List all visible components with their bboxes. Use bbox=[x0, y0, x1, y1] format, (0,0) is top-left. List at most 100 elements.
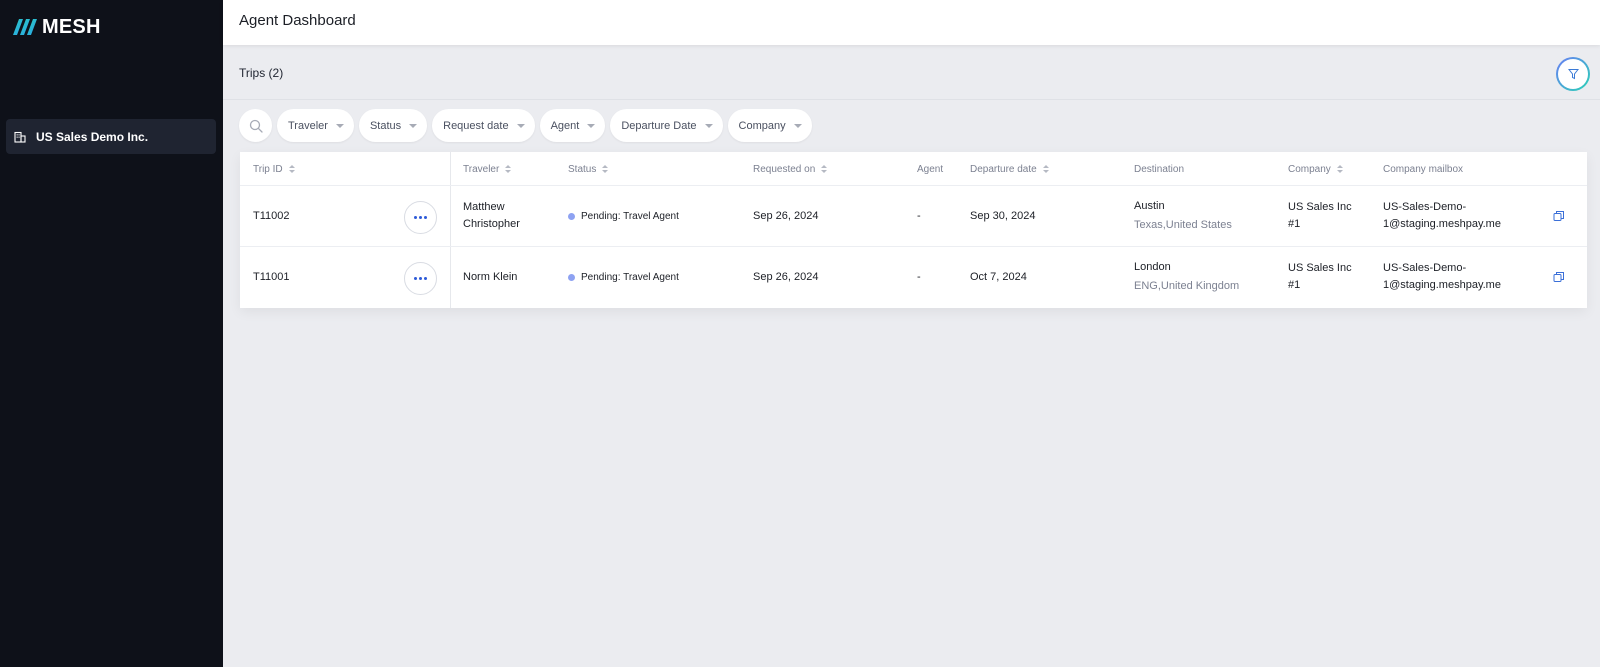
column-label: Company mailbox bbox=[1383, 163, 1464, 175]
filter-traveler[interactable]: Traveler bbox=[277, 109, 354, 142]
trip-id[interactable]: T11002 bbox=[253, 208, 290, 225]
sidebar-item-label: US Sales Demo Inc. bbox=[36, 129, 149, 144]
column-label: Requested on bbox=[753, 163, 816, 175]
column-header-destination: Destination bbox=[1134, 152, 1184, 186]
sort-icon bbox=[288, 165, 295, 173]
status-cell: Pending: Travel Agent bbox=[568, 269, 679, 286]
filter-agent[interactable]: Agent bbox=[539, 109, 606, 142]
brand-name: MESH bbox=[42, 15, 101, 38]
column-label: Trip ID bbox=[253, 163, 283, 175]
company-line: US Sales Inc bbox=[1288, 201, 1352, 213]
search-icon bbox=[249, 119, 263, 133]
status-text: Pending: Travel Agent bbox=[581, 272, 679, 283]
filter-departure-date[interactable]: Departure Date bbox=[610, 109, 723, 142]
sort-icon bbox=[602, 165, 609, 173]
company-line: #1 bbox=[1288, 279, 1301, 291]
traveler-name: Matthew Christopher bbox=[463, 199, 520, 233]
column-label: Destination bbox=[1134, 163, 1185, 175]
column-divider bbox=[450, 247, 451, 308]
destination: London ENG,United Kingdom bbox=[1134, 259, 1239, 295]
traveler-name: Norm Klein bbox=[463, 269, 517, 286]
page-title: Agent Dashboard bbox=[239, 12, 356, 29]
sort-icon bbox=[505, 165, 512, 173]
filter-button[interactable] bbox=[1556, 57, 1590, 91]
column-header-status[interactable]: Status bbox=[568, 152, 609, 186]
chevron-down-icon bbox=[587, 123, 596, 128]
departure-date: Sep 30, 2024 bbox=[970, 210, 1036, 222]
status-text: Pending: Travel Agent bbox=[581, 211, 679, 222]
column-divider bbox=[450, 186, 451, 246]
traveler-name-line: Matthew bbox=[463, 201, 505, 213]
chevron-down-icon bbox=[335, 123, 344, 128]
more-dot-icon bbox=[419, 216, 422, 219]
filter-label: Status bbox=[369, 119, 402, 132]
mesh-logo-icon bbox=[13, 19, 37, 35]
traveler-name-line: Norm Klein bbox=[463, 271, 518, 283]
table-row[interactable]: T11002 Matthew Christopher Pending: Trav… bbox=[240, 186, 1587, 247]
more-dot-icon bbox=[419, 277, 422, 280]
filter-bar: Traveler Status Request date Agent Depar… bbox=[239, 109, 812, 142]
column-label: Agent bbox=[917, 163, 944, 175]
sort-icon bbox=[821, 165, 828, 173]
sidebar: MESH US Sales Demo Inc. bbox=[0, 0, 223, 667]
search-button[interactable] bbox=[239, 109, 272, 142]
column-header-departure-date[interactable]: Departure date bbox=[970, 152, 1049, 186]
filter-label: Company bbox=[738, 119, 786, 132]
column-header-company[interactable]: Company bbox=[1288, 152, 1343, 186]
filter-request-date[interactable]: Request date bbox=[432, 109, 535, 142]
mesh-logo[interactable]: MESH bbox=[12, 15, 101, 39]
destination-city: London bbox=[1134, 261, 1171, 273]
more-actions-button[interactable] bbox=[404, 201, 437, 234]
company: US Sales Inc #1 bbox=[1288, 260, 1352, 294]
trips-header: Trips (2) bbox=[223, 45, 1600, 100]
status-cell: Pending: Travel Agent bbox=[568, 208, 679, 225]
mailbox-line: US-Sales-Demo- bbox=[1383, 262, 1467, 274]
departure-date: Oct 7, 2024 bbox=[970, 271, 1027, 283]
filter-status[interactable]: Status bbox=[358, 109, 428, 142]
chevron-down-icon bbox=[704, 123, 713, 128]
column-header-traveler[interactable]: Traveler bbox=[463, 152, 512, 186]
status-badge: Pending: Travel Agent bbox=[568, 269, 679, 286]
chevron-down-icon bbox=[409, 123, 418, 128]
filter-label: Departure Date bbox=[621, 119, 697, 132]
more-dot-icon bbox=[424, 216, 427, 219]
copy-icon[interactable] bbox=[1553, 210, 1565, 222]
destination: Austin Texas,United States bbox=[1134, 198, 1232, 234]
filter-label: Request date bbox=[443, 119, 509, 132]
column-header-company-mailbox: Company mailbox bbox=[1383, 152, 1463, 186]
table-row[interactable]: T11001 Norm Klein Pending: Travel Agent … bbox=[240, 247, 1587, 308]
status-dot-icon bbox=[568, 213, 575, 220]
filter-label: Agent bbox=[550, 119, 580, 132]
destination-region: ENG,United Kingdom bbox=[1134, 280, 1240, 292]
trips-count-title: Trips (2) bbox=[239, 66, 284, 80]
mailbox-line: 1@staging.meshpay.me bbox=[1383, 279, 1501, 291]
trips-table: Trip ID Traveler Status Requested on Age… bbox=[240, 152, 1587, 308]
agent: - bbox=[917, 271, 921, 283]
company-mailbox: US-Sales-Demo- 1@staging.meshpay.me bbox=[1383, 260, 1501, 294]
copy-icon[interactable] bbox=[1553, 271, 1565, 283]
filter-company[interactable]: Company bbox=[727, 109, 812, 142]
status-dot-icon bbox=[568, 274, 575, 281]
column-label: Traveler bbox=[463, 163, 500, 175]
more-dot-icon bbox=[424, 277, 427, 280]
column-label: Status bbox=[568, 163, 597, 175]
traveler-name-line: Christopher bbox=[463, 218, 520, 230]
trip-id[interactable]: T11001 bbox=[253, 269, 290, 286]
table-header: Trip ID Traveler Status Requested on Age… bbox=[240, 152, 1587, 186]
company-mailbox: US-Sales-Demo- 1@staging.meshpay.me bbox=[1383, 199, 1501, 233]
filter-label: Traveler bbox=[288, 119, 328, 132]
sidebar-item-organization[interactable]: US Sales Demo Inc. bbox=[6, 119, 216, 154]
status-badge: Pending: Travel Agent bbox=[568, 208, 679, 225]
column-header-requested-on[interactable]: Requested on bbox=[753, 152, 828, 186]
more-actions-button[interactable] bbox=[404, 262, 437, 295]
column-label: Company bbox=[1288, 163, 1331, 175]
more-dot-icon bbox=[414, 277, 417, 280]
destination-region: Texas,United States bbox=[1134, 219, 1232, 231]
requested-on: Sep 26, 2024 bbox=[753, 271, 819, 283]
chevron-down-icon bbox=[516, 123, 525, 128]
filter-icon bbox=[1567, 69, 1579, 80]
mailbox-line: US-Sales-Demo- bbox=[1383, 201, 1467, 213]
agent: - bbox=[917, 210, 921, 222]
column-header-trip-id[interactable]: Trip ID bbox=[253, 152, 295, 186]
company-line: #1 bbox=[1288, 218, 1301, 230]
